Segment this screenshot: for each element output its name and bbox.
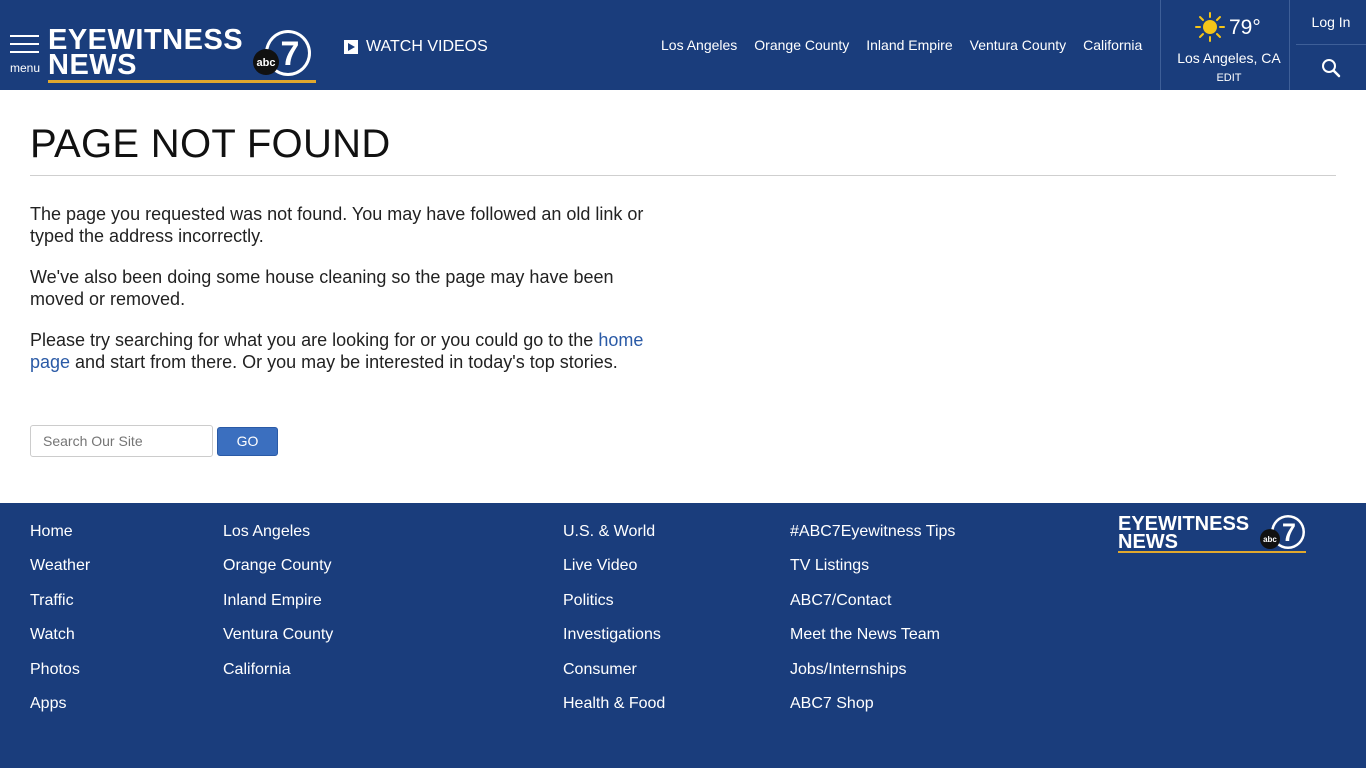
footer-link-home[interactable]: Home (30, 522, 90, 556)
sun-icon (1195, 12, 1225, 42)
footer-link-apps[interactable]: Apps (30, 694, 90, 728)
footer-link-investigations[interactable]: Investigations (563, 625, 665, 659)
abc7-logo-icon: 7 abc (253, 30, 311, 76)
footer-link-shop[interactable]: ABC7 Shop (790, 694, 955, 728)
para3-text-before: Please try searching for what you are lo… (30, 330, 599, 350)
footer-column-2: Los Angeles Orange County Inland Empire … (223, 522, 333, 694)
footer-link-inland-empire[interactable]: Inland Empire (223, 591, 333, 625)
footer-link-tips[interactable]: #ABC7Eyewitness Tips (790, 522, 955, 556)
site-search-form: GO (30, 425, 278, 457)
watch-videos-label: WATCH VIDEOS (366, 38, 488, 55)
error-paragraph-3: Please try searching for what you are lo… (30, 329, 670, 373)
footer-link-orange-county[interactable]: Orange County (223, 556, 333, 590)
footer-logo[interactable]: EYEWITNESS NEWS 7 abc (1118, 513, 1308, 557)
footer-link-politics[interactable]: Politics (563, 591, 665, 625)
footer-link-consumer[interactable]: Consumer (563, 660, 665, 694)
hamburger-icon (10, 35, 39, 37)
abc7-logo-icon: 7 abc (1260, 515, 1305, 549)
site-header: menu EYEWITNESS NEWS 7 abc WATCH VIDEOS … (0, 0, 1366, 90)
footer-logo-line2: NEWS (1118, 531, 1178, 553)
footer-column-1: Home Weather Traffic Watch Photos Apps (30, 522, 90, 728)
footer-column-3: U.S. & World Live Video Politics Investi… (563, 522, 665, 728)
logo-number: 7 (281, 35, 300, 73)
error-paragraph-1: The page you requested was not found. Yo… (30, 204, 644, 246)
para3-text-after: and start from there. Or you may be inte… (70, 352, 618, 372)
site-search-input[interactable] (30, 425, 213, 457)
footer-link-ventura-county[interactable]: Ventura County (223, 625, 333, 659)
eyewitness-news-logo[interactable]: EYEWITNESS NEWS 7 abc (48, 26, 318, 86)
page-title: PAGE NOT FOUND (30, 118, 1336, 176)
go-button[interactable]: GO (217, 426, 278, 456)
header-search-button[interactable] (1296, 46, 1366, 90)
site-footer: Home Weather Traffic Watch Photos Apps L… (0, 503, 1366, 768)
play-icon (344, 40, 358, 54)
footer-link-weather[interactable]: Weather (30, 556, 90, 590)
nav-orange-county[interactable]: Orange County (754, 37, 849, 53)
footer-link-california[interactable]: California (223, 660, 333, 694)
footer-link-us-world[interactable]: U.S. & World (563, 522, 665, 556)
nav-los-angeles[interactable]: Los Angeles (661, 37, 737, 53)
footer-link-tv-listings[interactable]: TV Listings (790, 556, 955, 590)
nav-california[interactable]: California (1083, 37, 1142, 53)
footer-link-news-team[interactable]: Meet the News Team (790, 625, 955, 659)
footer-link-contact[interactable]: ABC7/Contact (790, 591, 955, 625)
logo-underline (48, 80, 316, 83)
logo-badge: abc (257, 57, 276, 69)
footer-link-traffic[interactable]: Traffic (30, 591, 90, 625)
logo-line2: NEWS (48, 49, 137, 81)
nav-ventura-county[interactable]: Ventura County (970, 37, 1067, 53)
nav-inland-empire[interactable]: Inland Empire (866, 37, 952, 53)
hamburger-icon-bar (10, 51, 39, 53)
footer-link-photos[interactable]: Photos (30, 660, 90, 694)
search-icon (1322, 59, 1341, 78)
login-link[interactable]: Log In (1296, 0, 1366, 45)
error-paragraph-2: We've also been doing some house cleanin… (30, 267, 614, 309)
main-content: PAGE NOT FOUND The page you requested wa… (30, 118, 1336, 373)
weather-temperature: 79° (1229, 16, 1261, 39)
weather-location: Los Angeles, CA (1177, 50, 1281, 66)
hamburger-icon-bar (10, 43, 39, 45)
footer-link-watch[interactable]: Watch (30, 625, 90, 659)
footer-link-jobs[interactable]: Jobs/Internships (790, 660, 955, 694)
footer-link-los-angeles[interactable]: Los Angeles (223, 522, 333, 556)
menu-button[interactable]: menu (8, 35, 40, 75)
footer-link-health-food[interactable]: Health & Food (563, 694, 665, 728)
footer-logo-badge: abc (1263, 535, 1277, 544)
watch-videos-link[interactable]: WATCH VIDEOS (344, 38, 488, 56)
weather-widget[interactable]: 79° Los Angeles, CA EDIT (1160, 0, 1290, 90)
region-nav: Los Angeles Orange County Inland Empire … (661, 37, 1159, 53)
footer-link-live-video[interactable]: Live Video (563, 556, 665, 590)
menu-label: menu (10, 61, 41, 75)
footer-column-4: #ABC7Eyewitness Tips TV Listings ABC7/Co… (790, 522, 955, 728)
weather-edit-link[interactable]: EDIT (1161, 72, 1297, 84)
footer-logo-number: 7 (1282, 519, 1296, 547)
footer-logo-underline (1118, 551, 1306, 553)
